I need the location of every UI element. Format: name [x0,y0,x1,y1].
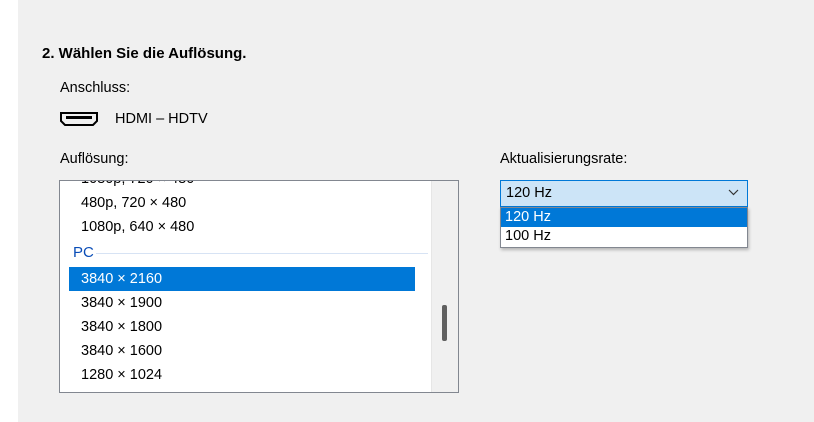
resolution-option[interactable]: 3840 × 1800 [69,315,415,339]
resolution-option[interactable]: 3840 × 2160 [69,267,415,291]
connection-label: Anschluss: [60,80,131,96]
resolution-label: Auflösung: [60,151,129,167]
scrollbar-thumb[interactable] [442,305,447,341]
resolution-option[interactable]: 480p, 720 × 480 [69,191,415,215]
resolution-option[interactable]: 1080p, 640 × 480 [69,215,415,239]
refresh-rate-selected: 120 Hz [506,185,552,201]
chevron-down-icon [728,189,739,196]
resolution-list: 1080p, 720 × 480480p, 720 × 4801080p, 64… [60,181,458,387]
resolution-listbox[interactable]: 1080p, 720 × 480480p, 720 × 4801080p, 64… [59,180,459,393]
refresh-rate-option[interactable]: 100 Hz [501,227,747,246]
resolution-option[interactable]: 3840 × 1900 [69,291,415,315]
group-divider [96,253,428,254]
refresh-rate-label: Aktualisierungsrate: [500,151,628,167]
group-header: PC [60,239,458,267]
resolution-option[interactable]: 3840 × 1600 [69,339,415,363]
refresh-rate-option[interactable]: 120 Hz [501,208,747,227]
group-header-label: PC [73,244,94,261]
resolution-option[interactable]: 1080p, 720 × 480 [69,181,415,191]
refresh-rate-dropdown: 120 Hz 100 Hz [500,207,748,248]
resolution-option[interactable]: 1280 × 1024 [69,363,415,387]
hdmi-port-icon [60,112,98,126]
section-title: 2. Wählen Sie die Auflösung. [42,45,247,62]
vertical-scrollbar[interactable] [431,181,458,392]
connection-value: HDMI – HDTV [115,111,208,127]
refresh-rate-combobox[interactable]: 120 Hz [500,180,748,207]
